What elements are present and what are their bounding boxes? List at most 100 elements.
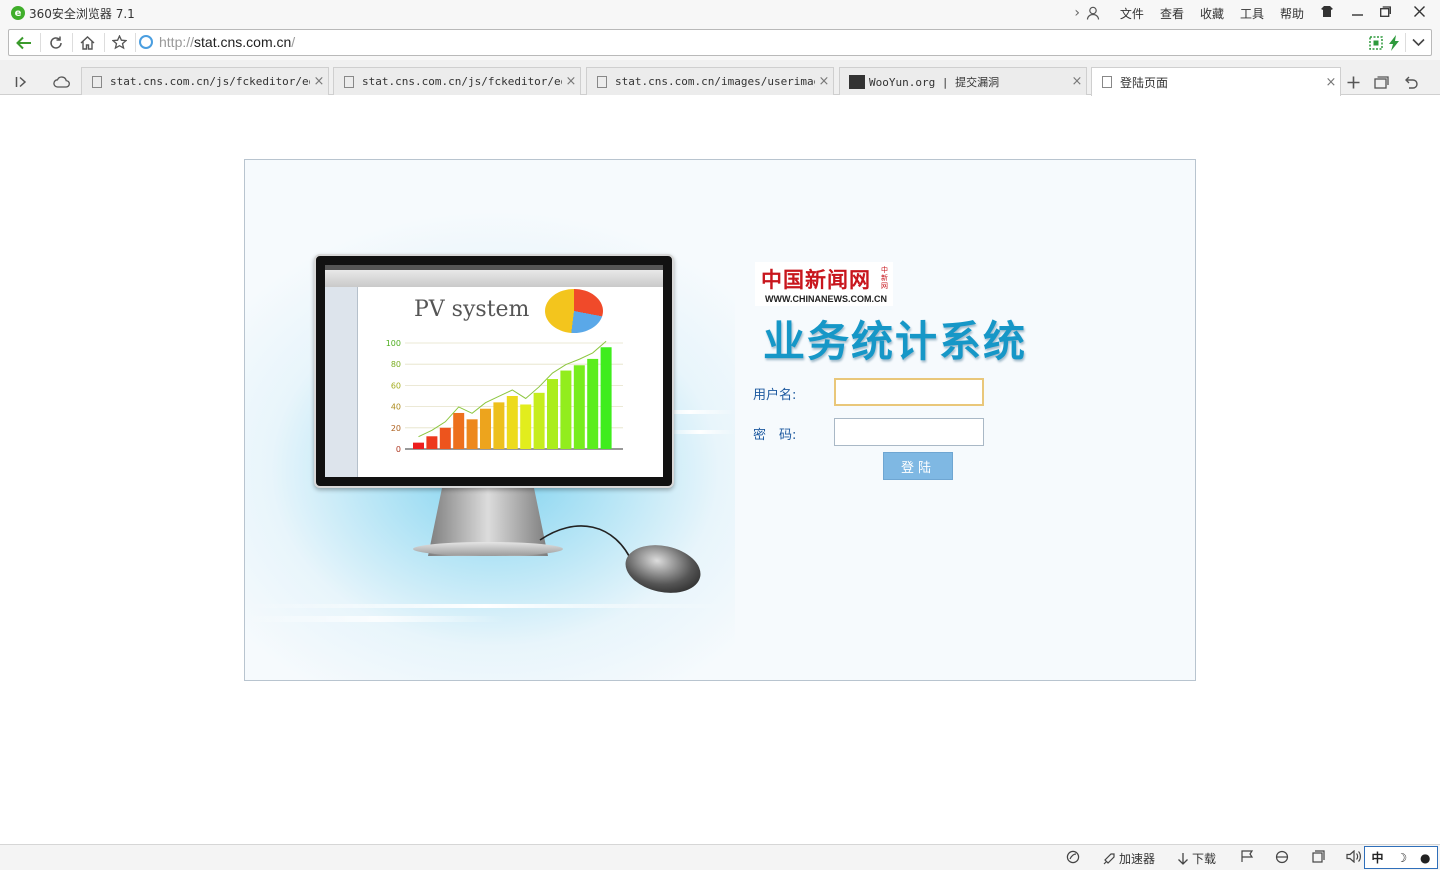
brand-chinese: 中国新闻网 [761, 267, 871, 292]
pie-chart-icon [545, 289, 603, 333]
flag-icon[interactable] [1240, 850, 1254, 863]
close-tab-icon[interactable]: × [1322, 75, 1340, 90]
chart-bar [506, 396, 518, 449]
y-tick-label: 80 [391, 360, 401, 369]
close-tab-icon[interactable]: × [1068, 74, 1086, 89]
rocket-icon [1103, 852, 1115, 864]
chevron-down-icon[interactable] [1403, 30, 1433, 55]
page-icon [597, 75, 607, 88]
window-mode-icon[interactable] [1312, 850, 1325, 863]
menu-tools[interactable]: 工具 [1240, 5, 1264, 22]
ime-user-icon[interactable]: ● [1420, 851, 1430, 865]
close-tab-icon[interactable]: × [310, 74, 328, 89]
screen-toolbar [325, 270, 663, 287]
y-tick-label: 20 [391, 424, 401, 433]
chart-bar [600, 347, 612, 449]
menu-file[interactable]: 文件 [1120, 5, 1144, 22]
brand-english: WWW.CHINANEWS.COM.CN [765, 294, 887, 304]
username-label: 用户名: [753, 388, 797, 403]
new-tab-icon[interactable] [1343, 72, 1363, 92]
tab-label: stat.cns.com.cn/js/fckeditor/edit [110, 75, 310, 88]
chart-bar [520, 404, 532, 449]
accelerator-button[interactable]: 加速器 [1102, 850, 1155, 867]
close-window-button[interactable] [1404, 0, 1434, 22]
menu-view[interactable]: 查看 [1160, 5, 1184, 22]
tab-list-icon[interactable] [1371, 72, 1391, 92]
password-label: 密 码: [753, 428, 797, 443]
title-bar: e 360安全浏览器 7.1 › 文件 查看 收藏 工具 帮助 [0, 0, 1440, 26]
chart-bar [413, 442, 424, 449]
back-button[interactable] [9, 30, 39, 55]
ie-mode-icon[interactable] [1275, 850, 1289, 864]
y-tick-label: 0 [396, 445, 401, 454]
close-tab-icon[interactable]: × [562, 74, 580, 89]
home-button[interactable] [72, 30, 102, 55]
login-panel: PV system 100 80 60 40 20 0 中国新闻网 中新网 WWW.CHI… [244, 159, 1196, 681]
site-security-icon [139, 35, 153, 49]
favorite-star-button[interactable] [104, 30, 134, 55]
security-shield-icon[interactable] [1066, 850, 1080, 864]
brand-side-text: 中新网 [881, 266, 888, 290]
tab-fckeditor-1[interactable]: stat.cns.com.cn/js/fckeditor/edit × [81, 67, 329, 95]
page-icon [344, 75, 354, 88]
light-streak [665, 430, 735, 434]
tab-login-page[interactable]: 登陆页面 × [1091, 67, 1341, 96]
download-label: 下载 [1192, 852, 1217, 866]
y-tick-label: 60 [391, 381, 401, 390]
cloud-icon[interactable] [51, 72, 71, 92]
address-row: http://stat.cns.com.cn/ [0, 26, 1440, 60]
username-input[interactable] [834, 378, 984, 406]
light-streak [245, 616, 505, 622]
tab-userimage[interactable]: stat.cns.com.cn/images/userimage/ × [586, 67, 834, 95]
chart-bar [480, 408, 491, 449]
tab-label: stat.cns.com.cn/images/userimage/ [615, 75, 815, 88]
system-title: 业务统计系统 [763, 317, 1028, 366]
ime-toolbar[interactable]: 中 ☽ ● [1364, 846, 1438, 869]
address-bar: http://stat.cns.com.cn/ [8, 29, 1432, 56]
light-streak [245, 604, 725, 608]
chart-bar [466, 419, 478, 449]
bar-chart-illustration: 100 80 60 40 20 0 [386, 339, 623, 454]
user-icon[interactable] [1086, 6, 1100, 20]
y-tick-label: 40 [391, 403, 401, 412]
download-arrow-icon [1178, 852, 1188, 865]
pv-system-title: PV system [414, 297, 530, 322]
tab-wooyun[interactable]: WooYun.org | 提交漏洞 × [839, 67, 1087, 95]
main-menu: › 文件 查看 收藏 工具 帮助 [1074, 0, 1312, 26]
chart-bar [533, 392, 545, 449]
download-button[interactable]: 下载 [1177, 850, 1216, 867]
chart-bar [426, 436, 438, 449]
sidebar-toggle-icon[interactable] [11, 72, 31, 92]
refresh-button[interactable] [41, 30, 71, 55]
close-tab-icon[interactable]: × [815, 74, 833, 89]
menu-favorites[interactable]: 收藏 [1200, 5, 1224, 22]
screen-sidebar [325, 287, 358, 477]
login-button[interactable]: 登陆 [883, 452, 953, 480]
ime-half-width-icon[interactable]: ☽ [1396, 851, 1407, 865]
status-bar: 加速器 下载 中 ☽ ● [0, 844, 1440, 870]
url-domain: stat.cns.com.cn [194, 34, 292, 50]
tab-fckeditor-2[interactable]: stat.cns.com.cn/js/fckeditor/edit × [333, 67, 581, 95]
page-icon [1102, 76, 1112, 88]
maximize-button[interactable] [1370, 0, 1400, 22]
accelerator-label: 加速器 [1119, 852, 1156, 866]
password-input[interactable] [834, 418, 984, 446]
page-icon [92, 75, 102, 88]
tab-label: 登陆页面 [1120, 75, 1169, 90]
wooyun-favicon-icon [849, 74, 865, 89]
skin-icon[interactable] [1312, 0, 1342, 22]
url-protocol: http:// [159, 34, 195, 50]
undo-close-tab-icon[interactable] [1400, 72, 1420, 92]
chart-bar [439, 427, 451, 449]
monitor-screen: PV system 100 80 60 40 20 0 [325, 265, 663, 477]
minimize-button[interactable] [1342, 0, 1372, 22]
url-field[interactable]: http://stat.cns.com.cn/ [159, 34, 295, 50]
tab-bar: stat.cns.com.cn/js/fckeditor/edit × stat… [0, 60, 1440, 96]
volume-icon[interactable] [1346, 850, 1362, 863]
monitor-illustration: PV system 100 80 60 40 20 0 [314, 254, 674, 488]
ime-chinese-mode[interactable]: 中 [1371, 849, 1383, 866]
chart-bar [560, 370, 572, 449]
chart-bar [547, 379, 558, 449]
menu-help[interactable]: 帮助 [1280, 5, 1304, 22]
chevron-right-icon[interactable]: › [1074, 5, 1080, 21]
